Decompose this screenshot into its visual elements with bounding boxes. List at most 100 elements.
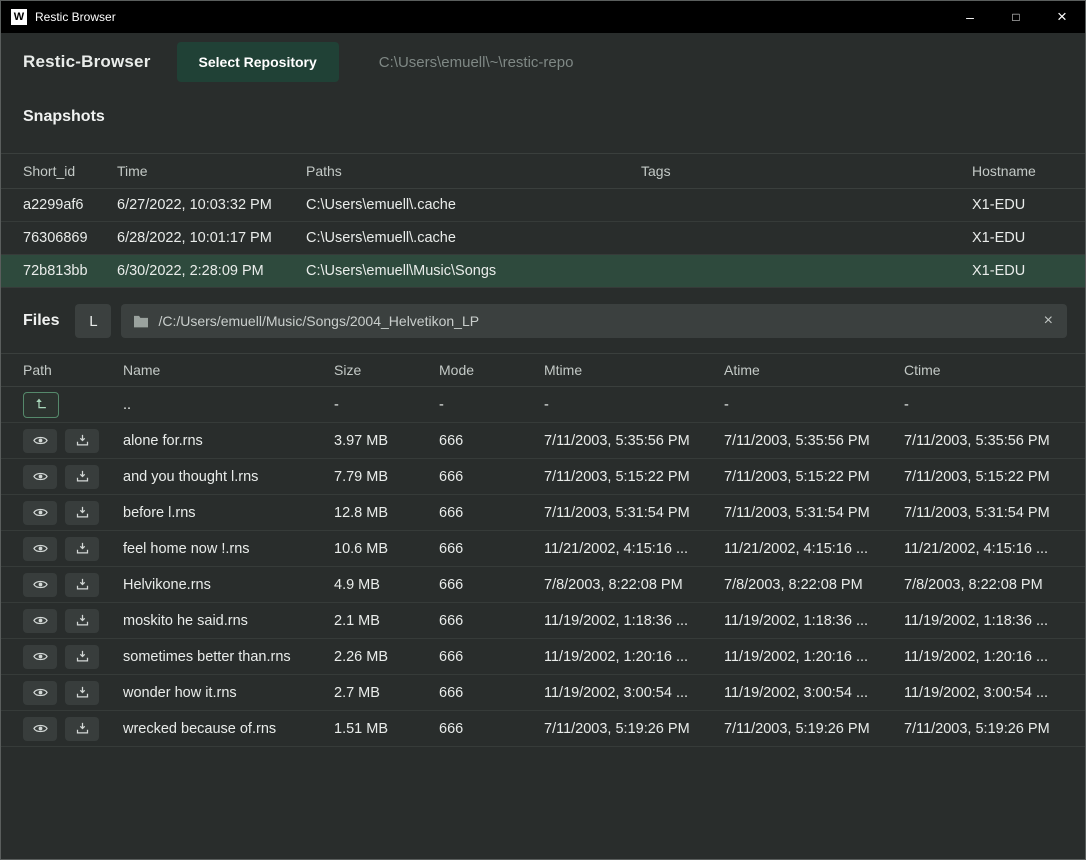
download-icon xyxy=(75,469,90,484)
file-cell-size: 2.26 MB xyxy=(334,649,439,665)
snapshots-table-header: Short_idTimePathsTagsHostname xyxy=(1,153,1085,189)
file-row: Helvikone.rns4.9 MB6667/8/2003, 8:22:08 … xyxy=(1,567,1085,603)
snapshots-column-header-short_id: Short_id xyxy=(23,163,117,179)
window-controls: – □ × xyxy=(947,1,1085,33)
download-file-button[interactable] xyxy=(65,609,99,633)
file-cell-ctime: 7/11/2003, 5:31:54 PM xyxy=(904,505,1063,521)
file-cell-name: wonder how it.rns xyxy=(123,685,334,701)
view-file-button[interactable] xyxy=(23,537,57,561)
file-cell-name: before l.rns xyxy=(123,505,334,521)
download-file-button[interactable] xyxy=(65,501,99,525)
view-file-button[interactable] xyxy=(23,681,57,705)
snapshot-row[interactable]: 72b813bb6/30/2022, 2:28:09 PMC:\Users\em… xyxy=(1,255,1085,288)
repository-path: C:\Users\emuell\~\restic-repo xyxy=(379,54,574,71)
download-icon xyxy=(75,685,90,700)
file-cell-mode: 666 xyxy=(439,685,544,701)
snapshot-row[interactable]: a2299af66/27/2022, 10:03:32 PMC:\Users\e… xyxy=(1,189,1085,222)
list-mode-toggle-button[interactable]: L xyxy=(75,304,111,338)
maximize-button[interactable]: □ xyxy=(993,1,1039,33)
files-column-header-path: Path xyxy=(23,362,123,378)
file-row-actions xyxy=(23,501,123,525)
file-cell-mode: 666 xyxy=(439,577,544,593)
snapshot-cell-hostname: X1-EDU xyxy=(972,230,1063,246)
view-file-button[interactable] xyxy=(23,609,57,633)
file-cell-atime: 7/11/2003, 5:15:22 PM xyxy=(724,469,904,485)
view-file-button[interactable] xyxy=(23,573,57,597)
file-cell-ctime: 11/19/2002, 1:18:36 ... xyxy=(904,613,1063,629)
download-file-button[interactable] xyxy=(65,429,99,453)
file-cell-name: sometimes better than.rns xyxy=(123,649,334,665)
file-cell-mode: 666 xyxy=(439,469,544,485)
file-cell-ctime: 7/8/2003, 8:22:08 PM xyxy=(904,577,1063,593)
view-file-button[interactable] xyxy=(23,465,57,489)
file-cell-ctime: 11/21/2002, 4:15:16 ... xyxy=(904,541,1063,557)
snapshot-row[interactable]: 763068696/28/2022, 10:01:17 PMC:\Users\e… xyxy=(1,222,1085,255)
download-file-button[interactable] xyxy=(65,573,99,597)
files-column-header-mode: Mode xyxy=(439,362,544,378)
snapshot-cell-hostname: X1-EDU xyxy=(972,197,1063,213)
download-file-button[interactable] xyxy=(65,465,99,489)
file-cell-size: 2.1 MB xyxy=(334,613,439,629)
file-cell-size: 2.7 MB xyxy=(334,685,439,701)
eye-icon xyxy=(33,649,48,664)
file-cell-mode: 666 xyxy=(439,433,544,449)
view-file-button[interactable] xyxy=(23,429,57,453)
download-icon xyxy=(75,721,90,736)
file-cell-mtime: 11/19/2002, 1:18:36 ... xyxy=(544,613,724,629)
snapshot-cell-time: 6/30/2022, 2:28:09 PM xyxy=(117,263,306,279)
file-cell-ctime: - xyxy=(904,397,1063,413)
file-cell-mode: 666 xyxy=(439,541,544,557)
files-table-header: PathNameSizeModeMtimeAtimeCtime xyxy=(1,353,1085,387)
download-file-button[interactable] xyxy=(65,717,99,741)
download-file-button[interactable] xyxy=(65,681,99,705)
file-cell-atime: - xyxy=(724,397,904,413)
download-file-button[interactable] xyxy=(65,645,99,669)
close-button[interactable]: × xyxy=(1039,1,1085,33)
snapshots-column-header-tags: Tags xyxy=(641,163,972,179)
clear-path-button[interactable]: × xyxy=(1042,313,1055,329)
download-file-button[interactable] xyxy=(65,537,99,561)
file-cell-ctime: 11/19/2002, 3:00:54 ... xyxy=(904,685,1063,701)
snapshot-cell-short_id: 76306869 xyxy=(23,230,117,246)
file-row-actions xyxy=(23,717,123,741)
view-file-button[interactable] xyxy=(23,501,57,525)
download-icon xyxy=(75,613,90,628)
file-cell-atime: 7/11/2003, 5:35:56 PM xyxy=(724,433,904,449)
snapshot-cell-paths: C:\Users\emuell\.cache xyxy=(306,230,641,246)
snapshots-column-header-time: Time xyxy=(117,163,306,179)
file-cell-mode: 666 xyxy=(439,613,544,629)
select-repository-button[interactable]: Select Repository xyxy=(177,42,339,82)
file-cell-name: .. xyxy=(123,397,334,413)
files-column-header-name: Name xyxy=(123,362,334,378)
files-column-header-mtime: Mtime xyxy=(544,362,724,378)
file-cell-name: alone for.rns xyxy=(123,433,334,449)
view-file-button[interactable] xyxy=(23,645,57,669)
file-cell-atime: 7/11/2003, 5:19:26 PM xyxy=(724,721,904,737)
minimize-button[interactable]: – xyxy=(947,1,993,33)
parent-directory-button[interactable] xyxy=(23,392,59,418)
files-table-body: ..-----alone for.rns3.97 MB6667/11/2003,… xyxy=(1,387,1085,747)
file-cell-atime: 11/19/2002, 1:18:36 ... xyxy=(724,613,904,629)
file-cell-mtime: 7/11/2003, 5:31:54 PM xyxy=(544,505,724,521)
snapshot-cell-short_id: 72b813bb xyxy=(23,263,117,279)
eye-icon xyxy=(33,505,48,520)
snapshot-cell-time: 6/27/2022, 10:03:32 PM xyxy=(117,197,306,213)
view-file-button[interactable] xyxy=(23,717,57,741)
file-cell-name: feel home now !.rns xyxy=(123,541,334,557)
file-cell-size: 7.79 MB xyxy=(334,469,439,485)
file-cell-size: 3.97 MB xyxy=(334,433,439,449)
folder-icon xyxy=(133,313,149,329)
titlebar: W Restic Browser – □ × xyxy=(1,1,1085,33)
download-icon xyxy=(75,541,90,556)
snapshots-heading: Snapshots xyxy=(1,91,1085,127)
file-path-bar[interactable]: /C:/Users/emuell/Music/Songs/2004_Helvet… xyxy=(121,304,1067,338)
file-cell-ctime: 11/19/2002, 1:20:16 ... xyxy=(904,649,1063,665)
eye-icon xyxy=(33,613,48,628)
snapshots-table-body: a2299af66/27/2022, 10:03:32 PMC:\Users\e… xyxy=(1,189,1085,288)
file-cell-size: 10.6 MB xyxy=(334,541,439,557)
file-cell-mtime: 11/19/2002, 1:20:16 ... xyxy=(544,649,724,665)
eye-icon xyxy=(33,541,48,556)
file-row: alone for.rns3.97 MB666 7/11/2003, 5:35:5… xyxy=(1,423,1085,459)
snapshots-column-header-hostname: Hostname xyxy=(972,163,1063,179)
file-cell-mtime: 7/11/2003, 5:19:26 PM xyxy=(544,721,724,737)
